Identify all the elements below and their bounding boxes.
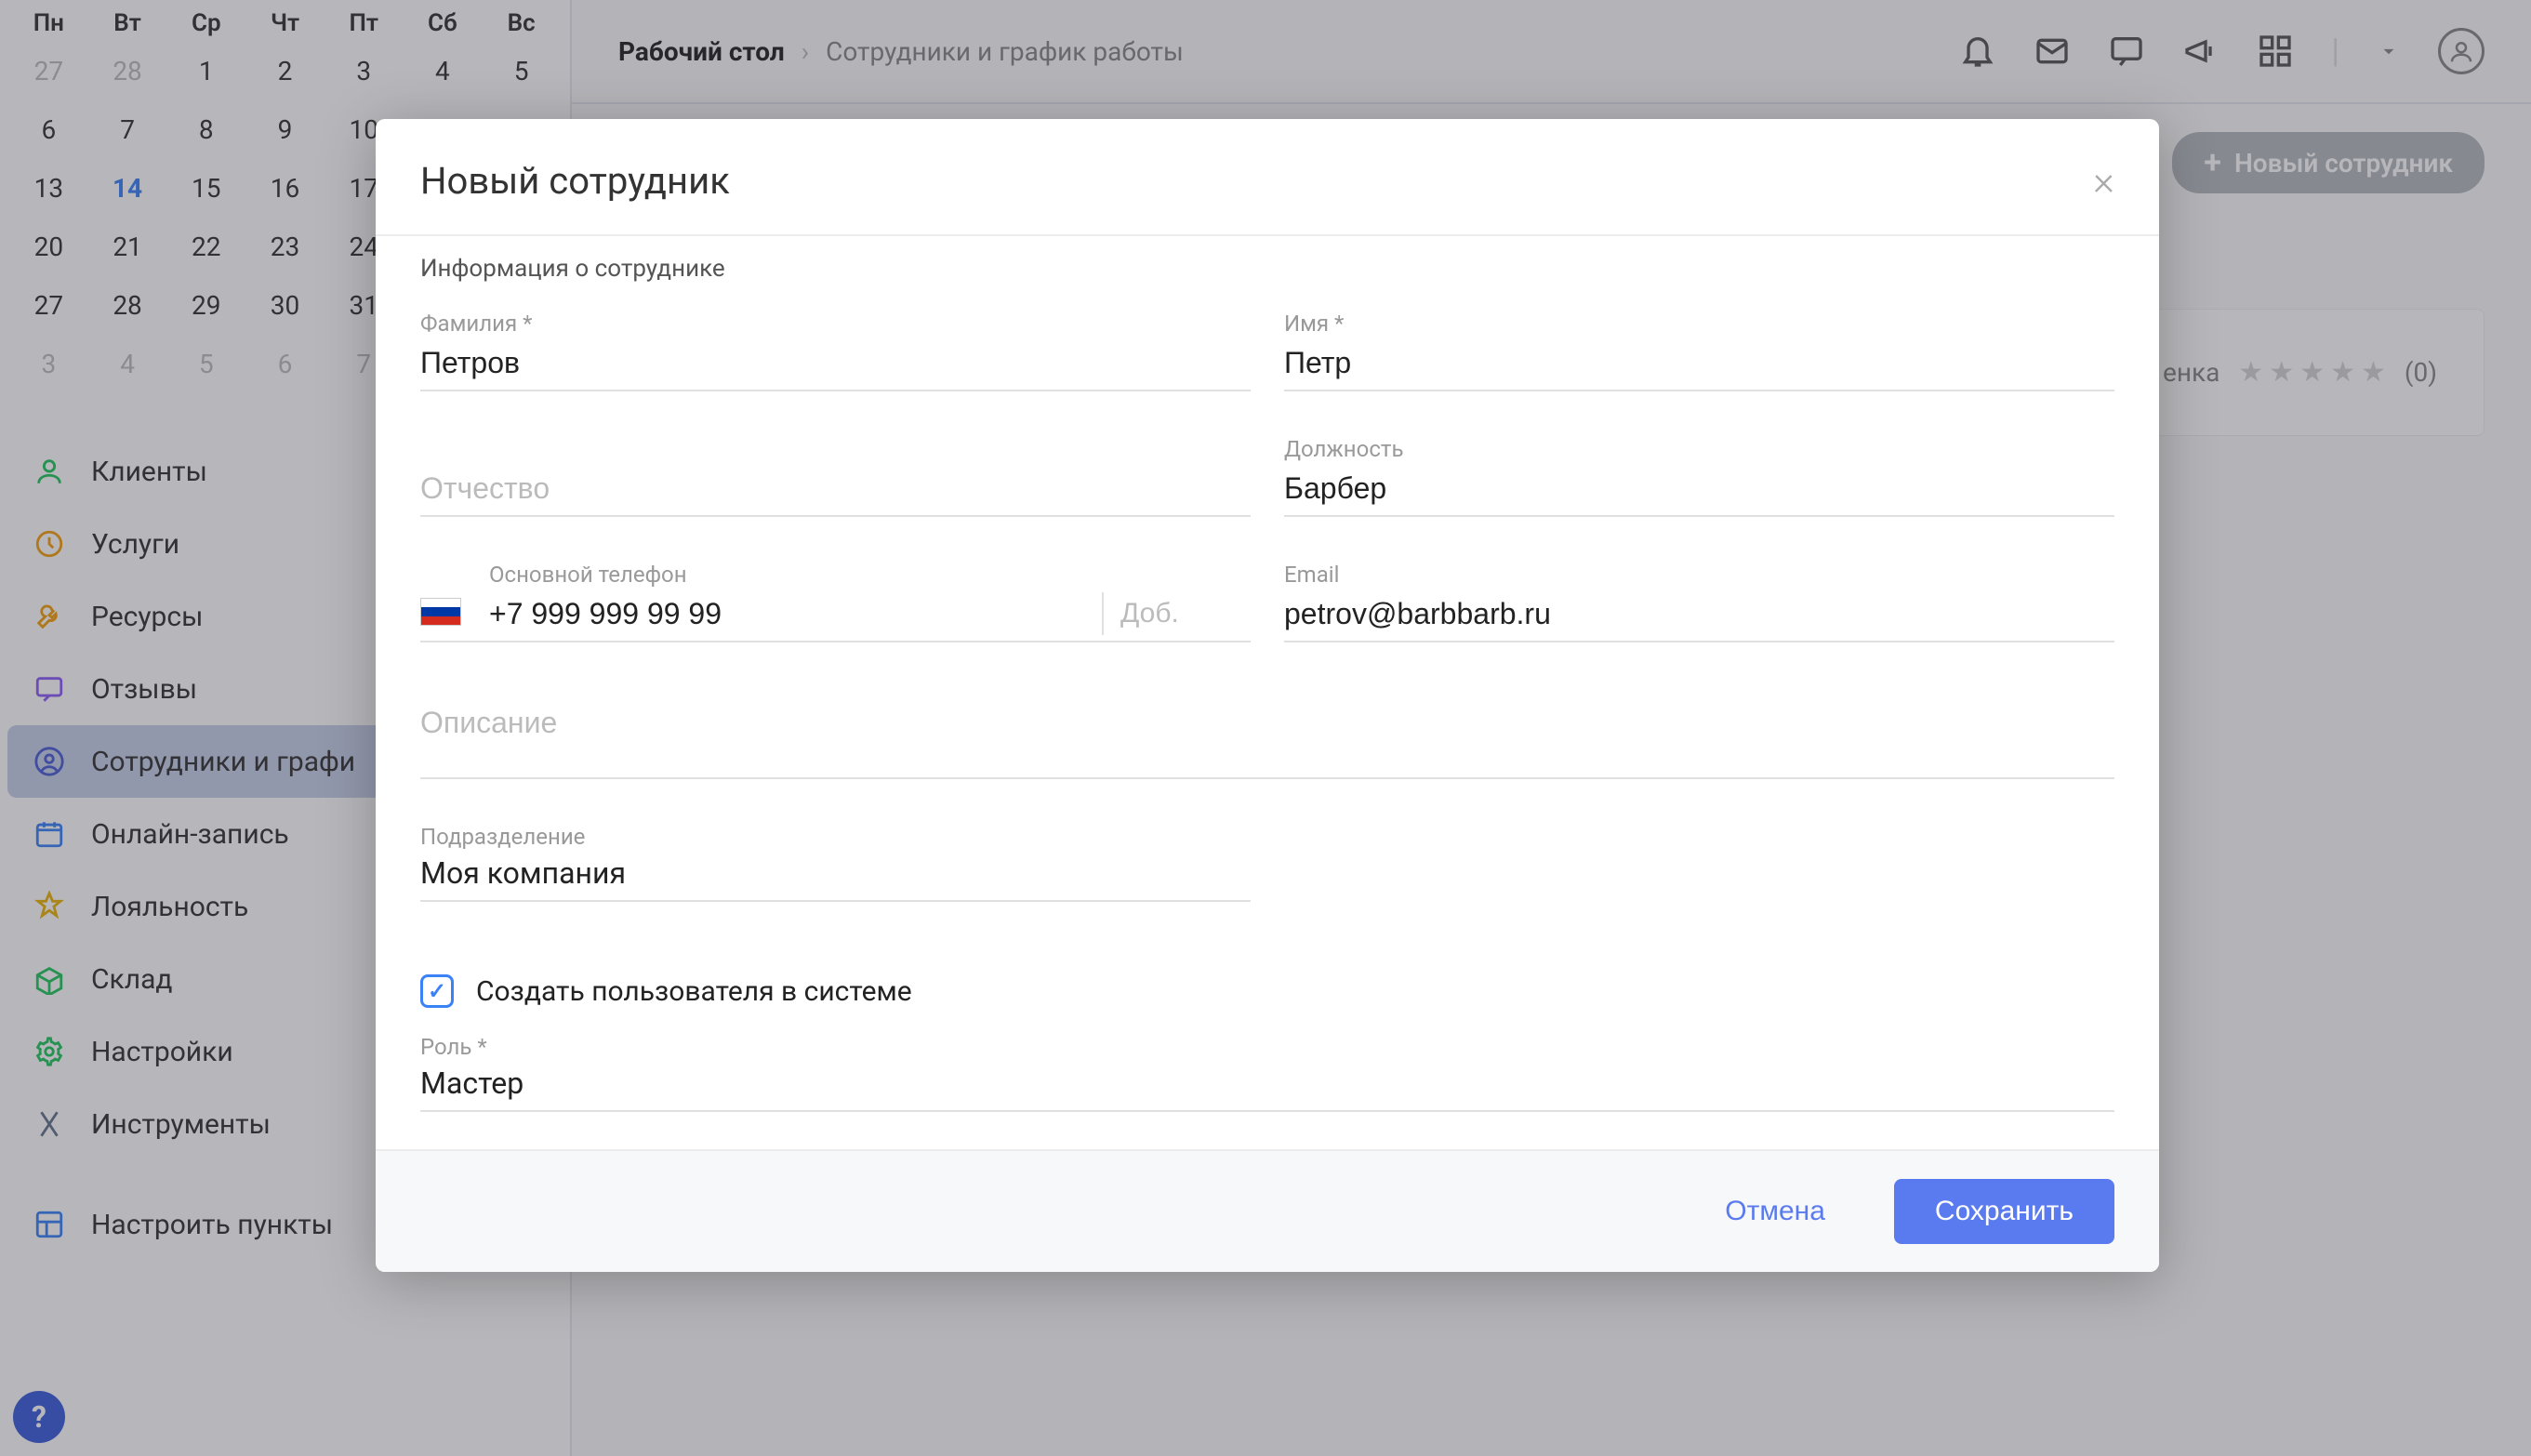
subdivision-label: Подразделение: [420, 824, 1251, 850]
create-user-checkbox[interactable]: ✓: [420, 974, 454, 1008]
modal-title: Новый сотрудник: [420, 159, 730, 203]
close-icon[interactable]: ×: [2093, 156, 2114, 205]
email-field: Email: [1284, 562, 2114, 642]
patronymic-input[interactable]: [420, 468, 1251, 510]
name-field: Имя *: [1284, 311, 2114, 391]
name-label: Имя *: [1284, 311, 2114, 337]
surname-label: Фамилия *: [420, 311, 1251, 337]
modal-section-label: Информация о сотруднике: [376, 236, 2159, 283]
name-input[interactable]: [1284, 342, 2114, 384]
create-user-label: Создать пользователя в системе: [476, 975, 912, 1008]
position-input[interactable]: [1284, 468, 2114, 510]
phone-input[interactable]: [489, 593, 1085, 635]
role-field[interactable]: Роль * Мастер: [420, 1034, 2114, 1112]
email-input[interactable]: [1284, 593, 2114, 635]
phone-label: Основной телефон: [489, 562, 1085, 588]
modal-header: Новый сотрудник ×: [376, 119, 2159, 236]
new-employee-modal: Новый сотрудник × Информация о сотрудник…: [376, 119, 2159, 1272]
description-input[interactable]: [420, 706, 2114, 740]
cancel-button[interactable]: Отмена: [1684, 1179, 1866, 1244]
modal-footer: Отмена Сохранить: [376, 1149, 2159, 1272]
role-label: Роль *: [420, 1034, 2114, 1060]
patronymic-field: [420, 436, 1251, 517]
position-field: Должность: [1284, 436, 2114, 517]
create-user-row: ✓ Создать пользователя в системе: [420, 946, 2114, 1008]
email-label: Email: [1284, 562, 2114, 588]
description-field: [420, 687, 2114, 779]
phone-ext-input[interactable]: [1102, 592, 1251, 635]
surname-field: Фамилия *: [420, 311, 1251, 391]
phone-field: Основной телефон: [420, 562, 1251, 642]
surname-input[interactable]: [420, 342, 1251, 384]
flag-ru-icon[interactable]: [420, 598, 472, 635]
role-value: Мастер: [420, 1066, 2114, 1101]
save-button[interactable]: Сохранить: [1894, 1179, 2114, 1244]
subdivision-value: Моя компания: [420, 855, 1251, 891]
subdivision-field[interactable]: Подразделение Моя компания: [420, 824, 1251, 902]
modal-body: Фамилия * Имя * Должность Основной телеф…: [376, 283, 2159, 1149]
position-label: Должность: [1284, 436, 2114, 462]
